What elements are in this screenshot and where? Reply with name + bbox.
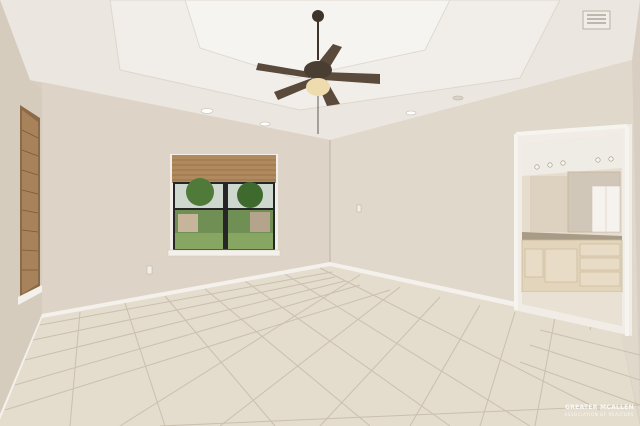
recessed-light bbox=[259, 121, 271, 127]
photo-frame: GREATER MCALLEN ASSOCIATION OF REALTORS bbox=[0, 0, 640, 426]
left-window-blind bbox=[18, 105, 42, 305]
watermark-sub: ASSOCIATION OF REALTORS bbox=[564, 412, 634, 417]
wall-outlet bbox=[146, 265, 153, 275]
watermark-brand: GREATER MCALLEN bbox=[564, 404, 634, 411]
air-vent-icon bbox=[582, 10, 611, 30]
watermark: GREATER MCALLEN ASSOCIATION OF REALTORS bbox=[564, 404, 634, 418]
recessed-light bbox=[200, 108, 214, 114]
room-photo bbox=[0, 0, 640, 426]
window-icon bbox=[167, 154, 281, 257]
recessed-light bbox=[452, 95, 464, 101]
wall-outlet bbox=[356, 204, 362, 213]
recessed-light bbox=[405, 110, 417, 116]
doorway-icon bbox=[514, 124, 632, 336]
